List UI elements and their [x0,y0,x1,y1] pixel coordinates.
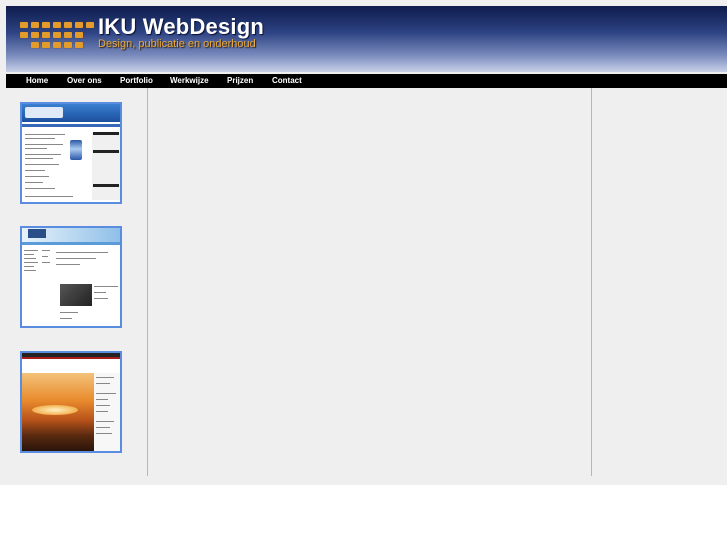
nav-contact[interactable]: Contact [272,75,302,87]
nav-home[interactable]: Home [26,75,48,87]
portfolio-thumbnail-2[interactable] [20,226,122,328]
hourglass-icon [70,140,82,160]
main-navigation: Home Over ons Portfolio Werkwijze Prijze… [6,74,727,88]
portfolio-thumbnail-1[interactable] [20,102,122,204]
page-background: IKU WebDesign Design, publicatie en onde… [0,0,727,485]
left-column-divider [147,88,148,476]
nav-werkwijze[interactable]: Werkwijze [170,75,209,87]
thumbnail-photo [60,284,92,306]
thumbnail-header [22,104,120,122]
site-title: IKU WebDesign [98,14,264,39]
nav-over-ons[interactable]: Over ons [67,75,102,87]
thumbnail-header [22,228,120,242]
thumbnail-sidebar [94,373,120,451]
site-header: IKU WebDesign Design, publicatie en onde… [6,6,727,72]
sunset-beach-image [22,373,94,451]
logo-squares-icon [20,20,104,54]
nav-prijzen[interactable]: Prijzen [227,75,253,87]
portfolio-thumbnail-3[interactable] [20,351,122,453]
site-slogan: Design, publicatie en onderhoud [98,38,256,50]
right-column-divider [591,88,592,476]
thumbnail-sidebar [92,132,120,200]
nav-portfolio[interactable]: Portfolio [120,75,153,87]
